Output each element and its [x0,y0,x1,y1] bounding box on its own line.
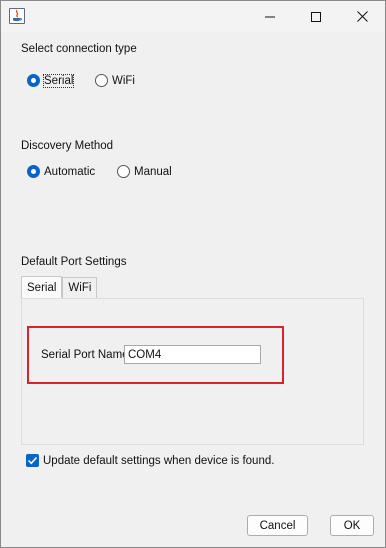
radio-automatic-label: Automatic [44,165,96,178]
java-icon [9,8,25,24]
close-button[interactable] [339,1,385,32]
close-icon [356,11,368,22]
dialog-window: Select connection type Serial WiFi Disco… [0,0,386,548]
serial-port-name-input[interactable] [124,345,261,364]
tab-wifi[interactable]: WiFi [62,277,98,298]
radio-manual-label: Manual [134,165,172,178]
update-defaults-checkbox[interactable] [26,454,39,467]
radio-serial[interactable]: Serial [27,73,75,88]
discovery-method-heading: Discovery Method [21,140,114,152]
radio-manual[interactable]: Manual [117,165,172,178]
maximize-icon [311,11,321,22]
checkmark-icon [27,456,38,465]
title-bar[interactable] [1,1,385,32]
radio-wifi-label: WiFi [112,74,135,87]
tab-serial[interactable]: Serial [21,276,63,298]
serial-port-name-label: Serial Port Name [41,349,129,361]
radio-automatic[interactable]: Automatic [27,165,95,178]
radio-serial-label: Serial [42,73,75,88]
update-defaults-checkbox-row[interactable]: Update default settings when device is f… [26,454,274,467]
radio-button-selected[interactable] [27,74,40,87]
port-settings-tabs: Serial WiFi [21,276,98,298]
radio-button-unselected[interactable] [95,74,108,87]
minimize-icon [265,16,275,17]
connection-type-heading: Select connection type [21,43,137,55]
ok-button[interactable]: OK [330,515,374,536]
update-defaults-label: Update default settings when device is f… [43,454,275,467]
radio-button-selected[interactable] [27,165,40,178]
radio-wifi[interactable]: WiFi [95,74,135,87]
maximize-button[interactable] [293,1,339,32]
cancel-button[interactable]: Cancel [247,515,308,536]
radio-button-unselected[interactable] [117,165,130,178]
default-port-settings-heading: Default Port Settings [21,256,127,268]
minimize-button[interactable] [247,1,293,32]
